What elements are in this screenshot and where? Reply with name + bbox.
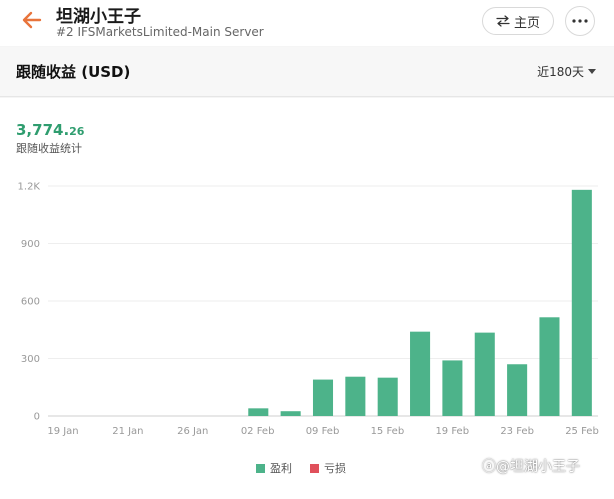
home-button[interactable]: 主页 (482, 7, 554, 35)
x-tick-label: 23 Feb (500, 426, 534, 437)
x-tick-label: 15 Feb (371, 426, 405, 437)
x-tick-label: 09 Feb (306, 426, 340, 437)
bar-profit (377, 377, 398, 416)
caret-down-icon (588, 69, 596, 74)
y-tick-label: 0 (34, 412, 40, 423)
x-tick-label: 25 Feb (565, 426, 599, 437)
x-tick-label: 19 Jan (47, 426, 78, 437)
legend-profit-label: 盈利 (270, 462, 292, 475)
bar-profit (410, 331, 431, 416)
x-tick-label: 02 Feb (241, 426, 275, 437)
legend-loss-label: 亏损 (324, 462, 346, 475)
server-subtitle: #2 IFSMarketsLimited-Main Server (56, 25, 264, 39)
y-tick-label: 600 (21, 297, 40, 308)
bar-profit (345, 376, 366, 416)
x-tick-label: 21 Jan (112, 426, 143, 437)
watermark: ⓐ@坦湖小王子 (482, 459, 580, 475)
x-tick-label: 26 Jan (177, 426, 208, 437)
home-button-label: 主页 (513, 15, 540, 31)
bar-profit (248, 408, 269, 416)
legend-item-profit[interactable]: 盈利 (256, 460, 292, 476)
y-tick-label: 300 (21, 354, 40, 365)
bar-profit (442, 360, 463, 416)
time-range-label: 近180天 (537, 65, 584, 79)
page-title: 坦湖小王子 (56, 7, 141, 27)
back-arrow-icon[interactable] (20, 8, 44, 32)
swap-arrows-icon (496, 15, 510, 27)
x-tick-label: 19 Feb (435, 426, 469, 437)
top-bar: 坦湖小王子 #2 IFSMarketsLimited-Main Server 主… (0, 0, 614, 46)
y-tick-label: 1.2K (18, 182, 41, 193)
profit-swatch (256, 463, 265, 473)
bar-profit (474, 332, 495, 416)
section-title: 跟随收益 (USD) (16, 63, 131, 81)
section-header: 跟随收益 (USD) 近180天 (0, 47, 614, 97)
bar-profit (312, 379, 334, 416)
bar-profit (539, 317, 560, 416)
chart-panel: 3,774.26 跟随收益统计 0 300 600 900 1.2K 19 Jan 21 J… (0, 98, 614, 499)
bar-profit (571, 189, 592, 416)
bar-profit (280, 411, 301, 416)
chart-legend: 盈利 亏损 (256, 460, 346, 476)
y-tick-label: 900 (21, 239, 40, 250)
more-options-button[interactable] (565, 6, 595, 36)
loss-swatch (310, 463, 319, 473)
profit-bar-chart: 0 300 600 900 1.2K 19 Jan 21 Jan 26 Jan 02 Feb 09… (18, 182, 599, 438)
bar-profit (507, 364, 528, 416)
time-range-dropdown[interactable]: 近180天 (537, 63, 596, 80)
legend-item-loss[interactable]: 亏损 (310, 460, 346, 476)
more-dots-icon (572, 19, 588, 23)
